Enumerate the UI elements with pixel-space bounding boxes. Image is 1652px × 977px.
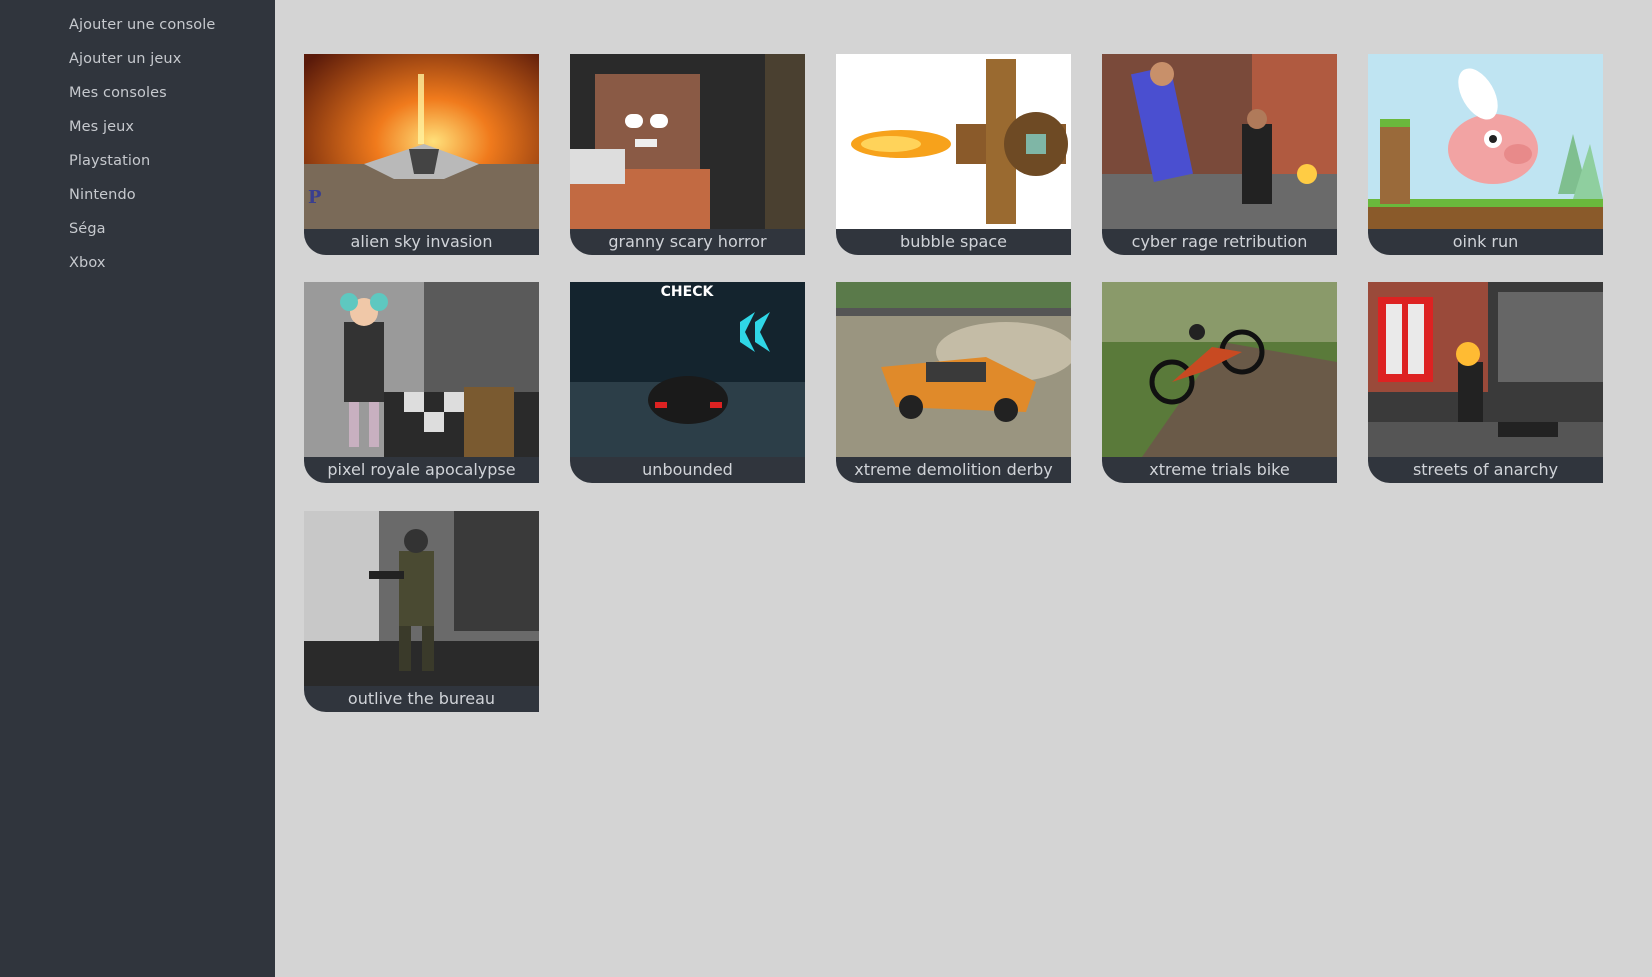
game-title: outlive the bureau: [304, 686, 539, 712]
game-thumbnail: [570, 54, 805, 229]
game-card-oink-run[interactable]: oink run: [1368, 54, 1603, 255]
game-card-cyber-rage-retribution[interactable]: cyber rage retribution: [1102, 54, 1337, 255]
svg-text:CHECK: CHECK: [661, 284, 715, 300]
sidebar-item-ajouter-console[interactable]: Ajouter une console: [0, 8, 275, 42]
game-card-streets-of-anarchy[interactable]: streets of anarchy: [1368, 282, 1603, 483]
sidebar-item-nintendo[interactable]: Nintendo: [0, 178, 275, 212]
svg-text:P: P: [308, 187, 322, 206]
sidebar-item-ajouter-jeux[interactable]: Ajouter un jeux: [0, 42, 275, 76]
game-title: xtreme demolition derby: [836, 457, 1071, 483]
game-title: xtreme trials bike: [1102, 457, 1337, 483]
game-title: alien sky invasion: [304, 229, 539, 255]
game-card-granny-scary-horror[interactable]: granny scary horror: [570, 54, 805, 255]
sidebar-item-sega[interactable]: Séga: [0, 212, 275, 246]
game-thumbnail: CHECK: [570, 282, 805, 457]
sidebar-item-mes-jeux[interactable]: Mes jeux: [0, 110, 275, 144]
game-card-unbounded[interactable]: CHECK unbounded: [570, 282, 805, 483]
game-thumbnail: [836, 54, 1071, 229]
game-grid: P alien sky invasion granny scary horror: [275, 0, 1652, 977]
game-thumbnail: [1102, 54, 1337, 229]
sidebar-item-playstation[interactable]: Playstation: [0, 144, 275, 178]
sidebar-item-xbox[interactable]: Xbox: [0, 246, 275, 280]
game-thumbnail: [304, 511, 539, 686]
game-title: cyber rage retribution: [1102, 229, 1337, 255]
game-thumbnail: [1368, 282, 1603, 457]
game-card-bubble-space[interactable]: bubble space: [836, 54, 1071, 255]
sidebar-menu: Ajouter une console Ajouter un jeux Mes …: [0, 0, 275, 280]
game-thumbnail: [1368, 54, 1603, 229]
sidebar: Ajouter une console Ajouter un jeux Mes …: [0, 0, 275, 977]
game-card-xtreme-trials-bike[interactable]: xtreme trials bike: [1102, 282, 1337, 483]
game-card-xtreme-demolition-derby[interactable]: xtreme demolition derby: [836, 282, 1071, 483]
game-title: streets of anarchy: [1368, 457, 1603, 483]
game-card-outlive-the-bureau[interactable]: outlive the bureau: [304, 511, 539, 712]
publisher-badge: P: [308, 187, 322, 206]
game-title: unbounded: [570, 457, 805, 483]
game-title: bubble space: [836, 229, 1071, 255]
game-thumbnail: P: [304, 54, 539, 229]
game-title: granny scary horror: [570, 229, 805, 255]
game-thumbnail: [304, 282, 539, 457]
game-thumbnail: [1102, 282, 1337, 457]
game-title: oink run: [1368, 229, 1603, 255]
game-card-pixel-royale-apocalypse[interactable]: pixel royale apocalypse: [304, 282, 539, 483]
game-card-alien-sky-invasion[interactable]: P alien sky invasion: [304, 54, 539, 255]
game-thumbnail: [836, 282, 1071, 457]
game-title: pixel royale apocalypse: [304, 457, 539, 483]
sidebar-item-mes-consoles[interactable]: Mes consoles: [0, 76, 275, 110]
